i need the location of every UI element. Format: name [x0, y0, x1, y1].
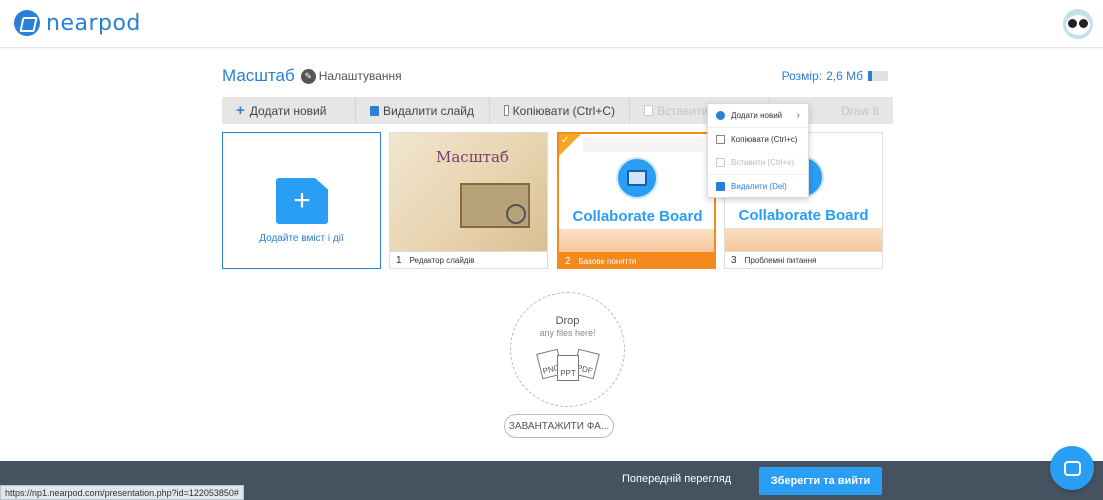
size-label: Розмір:	[781, 69, 823, 83]
slide-1-number: 1	[396, 255, 402, 266]
slide-thumbnail-2[interactable]: ✓ Collaborate Board 2 Базове поняття	[557, 132, 716, 269]
user-avatar[interactable]	[1063, 9, 1093, 39]
slide-1-title: Масштаб	[436, 148, 509, 166]
slide-3-number: 3	[731, 255, 737, 266]
size-progress-bar	[868, 71, 888, 81]
avatar-eye-right	[1079, 19, 1088, 28]
ctx-add-new-label: Додати новий	[731, 111, 783, 120]
slide-2-number: 2	[565, 255, 571, 267]
board-icon	[627, 170, 647, 186]
drop-title: Drop	[555, 315, 580, 327]
collaborate-board-icon	[616, 157, 658, 199]
slide-1-preview: Масштаб	[390, 133, 547, 251]
slide-2-preview: ✓ Collaborate Board	[559, 134, 714, 252]
slide-thumbnail-1[interactable]: Масштаб 1 Редактор слайдів	[389, 132, 548, 269]
delete-slide-label: Видалити слайд	[383, 103, 475, 118]
slide-2-header	[583, 138, 703, 152]
avatar-eye-left	[1068, 19, 1077, 28]
chat-icon	[1063, 460, 1081, 476]
drop-subtitle: any files here!	[539, 328, 596, 338]
ppt-file-icon: PPT	[557, 355, 579, 381]
ctx-paste-label: Вставити (Ctrl+v)	[731, 158, 794, 167]
nearpod-logo-icon	[14, 10, 40, 36]
ctx-delete[interactable]: Видалити (Del)	[708, 175, 808, 198]
ctx-delete-label: Видалити (Del)	[731, 182, 787, 191]
slide-2-wave	[559, 229, 714, 252]
slide-1-label: Редактор слайдів	[409, 256, 475, 265]
slide-3-wave	[725, 228, 882, 251]
size-value: 2,6 Мб	[826, 69, 863, 83]
plus-icon: +	[236, 102, 245, 119]
slide-2-title: Collaborate Board	[572, 208, 703, 225]
slide-3-title: Collaborate Board	[738, 207, 869, 224]
upload-files-button[interactable]: ЗАВАНТАЖИТИ ФА...	[504, 414, 614, 438]
plus-circle-icon	[716, 111, 725, 120]
draw-it-label: Draw It	[840, 103, 879, 118]
check-icon: ✓	[561, 135, 570, 146]
paste-icon	[644, 105, 653, 116]
preview-button[interactable]: Попередній перегляд	[622, 473, 731, 485]
top-header: nearpod	[0, 0, 1103, 48]
add-content-caption: Додайте вміст і дії	[259, 233, 344, 244]
chevron-right-icon: ›	[796, 110, 800, 121]
slide-3-label: Проблемні питання	[744, 256, 817, 265]
map-magnifier-image	[460, 183, 530, 228]
storage-size: Розмір: 2,6 Мб	[782, 69, 888, 83]
size-progress-fill	[868, 71, 872, 81]
copy-icon	[504, 105, 509, 116]
add-file-icon: +	[276, 178, 328, 224]
ctx-add-new[interactable]: Додати новий ›	[708, 104, 808, 127]
status-bar-url: https://np1.nearpod.com/presentation.php…	[0, 485, 244, 500]
ctx-copy[interactable]: Копіювати (Ctrl+c)	[708, 128, 808, 151]
paste-icon	[716, 158, 725, 167]
trash-icon	[370, 105, 379, 116]
ctx-copy-label: Копіювати (Ctrl+c)	[731, 135, 798, 144]
copy-label: Копіювати (Ctrl+C)	[512, 103, 615, 118]
presentation-title[interactable]: Масштаб	[222, 66, 295, 86]
copy-icon	[716, 135, 725, 144]
add-new-button[interactable]: + Додати новий	[222, 97, 356, 124]
add-content-card[interactable]: + Додайте вміст і дії	[222, 132, 381, 269]
file-dropzone[interactable]: Drop any files here! PNG PDF PPT	[510, 292, 625, 407]
slide-2-label: Базове поняття	[578, 256, 637, 266]
logo-text: nearpod	[46, 10, 141, 36]
save-and-exit-button[interactable]: Зберегти та вийти	[759, 467, 882, 495]
slide-2-footer: 2 Базове поняття	[559, 252, 714, 267]
slide-3-footer: 3 Проблемні питання	[725, 251, 882, 268]
settings-link[interactable]: Налаштування	[319, 69, 402, 83]
add-new-label: Додати новий	[249, 103, 327, 118]
pencil-icon[interactable]: ✎	[300, 68, 316, 84]
copy-button[interactable]: Копіювати (Ctrl+C)	[490, 97, 630, 124]
ctx-paste[interactable]: Вставити (Ctrl+v)	[708, 151, 808, 174]
title-row: Масштаб ✎ Налаштування	[222, 66, 402, 86]
chat-button[interactable]	[1050, 446, 1094, 490]
slide-1-footer: 1 Редактор слайдів	[390, 251, 547, 268]
delete-slide-button[interactable]: Видалити слайд	[356, 97, 490, 124]
context-menu: Додати новий › Копіювати (Ctrl+c) Встави…	[707, 103, 809, 198]
trash-icon	[716, 182, 725, 191]
nearpod-logo[interactable]: nearpod	[14, 10, 141, 36]
